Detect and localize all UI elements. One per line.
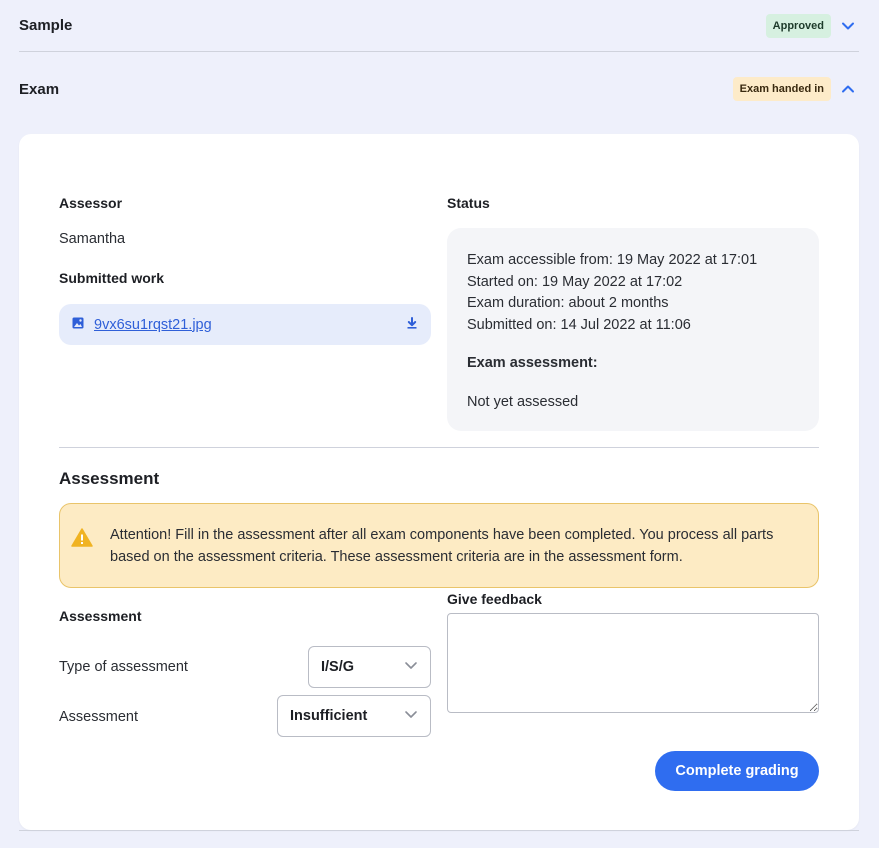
submitted-file-link[interactable]: 9vx6su1rqst21.jpg — [94, 317, 406, 333]
exam-assessment-value: Not yet assessed — [467, 393, 579, 410]
chevron-down-icon[interactable] — [837, 15, 859, 37]
exam-section-title: Exam — [19, 80, 60, 98]
chevron-up-icon[interactable] — [837, 78, 859, 100]
type-of-assessment-value: I/S/G — [321, 659, 355, 675]
exam-section-header[interactable]: Exam Exam handed in — [19, 64, 859, 114]
bottom-divider — [19, 830, 859, 831]
submitted-work-label: Submitted work — [59, 270, 165, 286]
image-icon — [72, 316, 84, 334]
type-of-assessment-label: Type of assessment — [59, 659, 188, 675]
warning-icon — [71, 528, 93, 554]
assessor-name: Samantha — [59, 231, 126, 247]
attention-alert: Attention! Fill in the assessment after … — [59, 503, 819, 588]
assessment-form-heading: Assessment — [59, 608, 142, 624]
assessment-section-title: Assessment — [59, 469, 160, 488]
approved-status-badge: Approved — [765, 13, 831, 38]
chevron-down-icon — [404, 707, 418, 725]
type-of-assessment-select[interactable]: I/S/G — [308, 646, 431, 688]
assessment-label: Assessment — [59, 709, 138, 725]
status-accessible-from: Exam accessible from: 19 May 2022 at 17:… — [467, 252, 758, 268]
download-icon[interactable] — [406, 316, 418, 334]
sample-section-controls: Approved — [765, 13, 859, 38]
exam-section-controls: Exam handed in — [732, 77, 859, 101]
feedback-textarea[interactable] — [447, 613, 819, 713]
assessor-label: Assessor — [59, 195, 123, 211]
give-feedback-label: Give feedback — [447, 591, 542, 607]
assessment-select-value: Insufficient — [290, 708, 368, 724]
status-submitted-on: Submitted on: 14 Jul 2022 at 11:06 — [467, 316, 691, 333]
complete-grading-button[interactable]: Complete grading — [655, 751, 819, 791]
status-duration: Exam duration: about 2 months — [467, 295, 669, 311]
sample-section-title: Sample — [19, 17, 73, 34]
assessment-select[interactable]: Insufficient — [277, 695, 431, 737]
exam-assessment-heading: Exam assessment: — [467, 355, 598, 371]
sample-section-header[interactable]: Sample Approved — [19, 0, 859, 52]
exam-handed-in-badge: Exam handed in — [732, 77, 831, 101]
status-started-on: Started on: 19 May 2022 at 17:02 — [467, 273, 683, 290]
attention-alert-text: Attention! Fill in the assessment after … — [110, 527, 774, 565]
status-label: Status — [447, 195, 490, 211]
submitted-file-item: 9vx6su1rqst21.jpg — [59, 304, 431, 345]
status-panel: Exam accessible from: 19 May 2022 at 17:… — [447, 228, 819, 431]
section-divider — [59, 447, 819, 448]
chevron-down-icon — [404, 658, 418, 676]
exam-details-card: Assessor Samantha Submitted work 9vx6su1… — [19, 134, 859, 830]
